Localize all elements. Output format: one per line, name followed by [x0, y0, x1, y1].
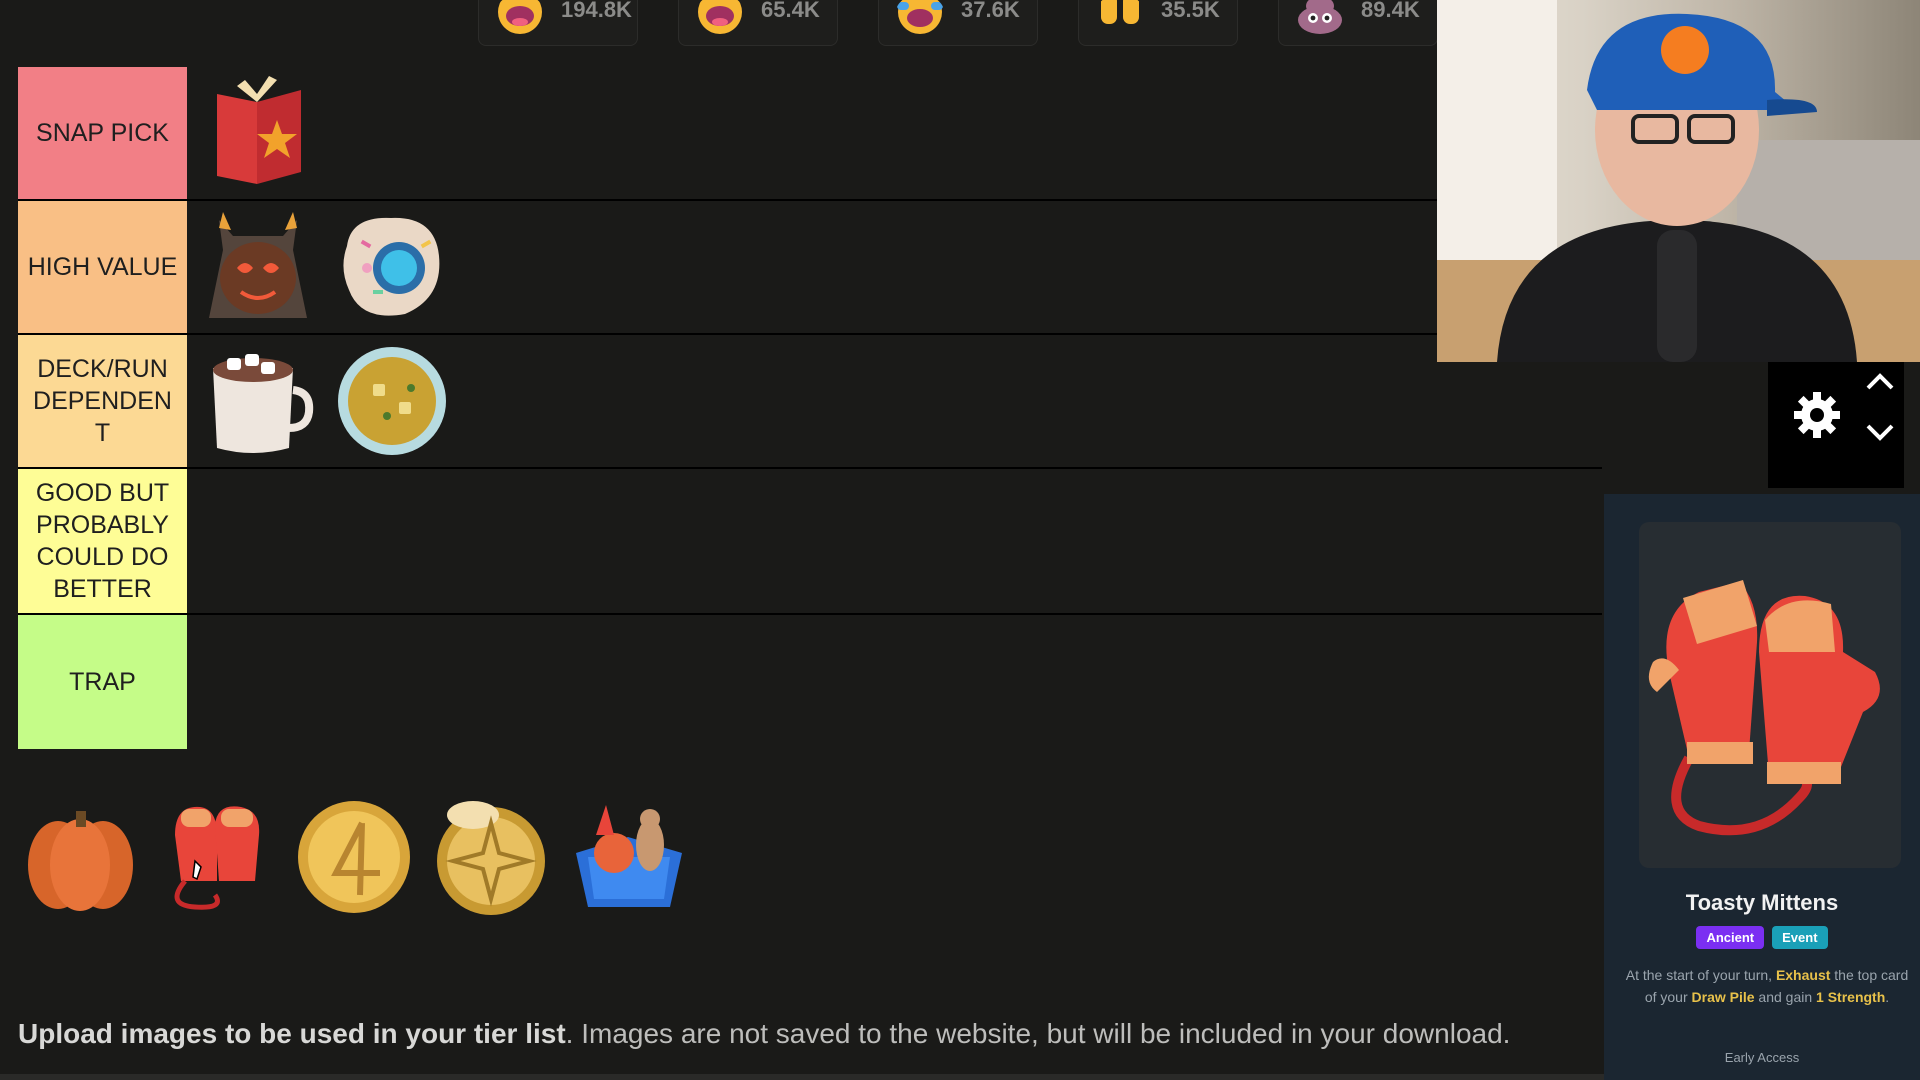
pumpkin-icon[interactable] [18, 795, 143, 920]
hot-cocoa-mug-icon[interactable] [197, 340, 319, 462]
laughing-face-icon [698, 0, 742, 34]
stream-widget-controls [1768, 362, 1904, 488]
streamer-silhouette [1437, 0, 1920, 362]
unranked-pool[interactable] [18, 795, 691, 920]
early-access-label: Early Access [1724, 1050, 1800, 1065]
keyword-exhaust[interactable]: Exhaust [1776, 967, 1830, 983]
keyword-strength[interactable]: 1 Strength [1816, 989, 1885, 1005]
tier-label[interactable]: TRAP [18, 615, 187, 749]
upload-note-bold[interactable]: Upload images to be used in your tier li… [18, 1018, 566, 1049]
sprinkled-cookie-icon[interactable] [331, 206, 453, 328]
card-description: At the start of your turn, Exhaust the t… [1622, 964, 1912, 1008]
reaction-count: 35.5K [1161, 0, 1220, 22]
reaction-tears-of-joy[interactable]: 37.6K [878, 0, 1038, 46]
gold-coin-icon[interactable] [292, 795, 417, 920]
reaction-poop[interactable]: 89.4K [1278, 0, 1438, 46]
webcam-overlay [1437, 0, 1920, 362]
tag-ancient: Ancient [1696, 926, 1765, 949]
card-preview-panel: Toasty Mittens Ancient Event At the star… [1604, 494, 1920, 1080]
tier-drop-zone[interactable] [187, 67, 1602, 199]
reaction-count: 37.6K [961, 0, 1020, 22]
reaction-bar: 194.8K 65.4K 37.6K 35.5K 89.4K [478, 0, 1438, 46]
tag-event: Event [1772, 926, 1828, 949]
tier-row-trap: TRAP [18, 615, 1602, 749]
tier-label[interactable]: DECK/RUN DEPENDEN T [18, 335, 187, 467]
reaction-laughing[interactable]: 65.4K [678, 0, 838, 46]
tier-row-snap-pick: SNAP PICK [18, 67, 1602, 201]
reaction-raised-hands[interactable]: 35.5K [1078, 0, 1238, 46]
star-book-icon[interactable] [197, 72, 319, 194]
tier-row-good-but: GOOD BUT PROBABLY COULD DO BETTER [18, 469, 1602, 615]
chevron-down-icon[interactable] [1864, 420, 1896, 444]
horned-hood-creature-icon[interactable] [197, 206, 319, 328]
tier-drop-zone[interactable] [187, 469, 1602, 613]
grinning-face-icon [498, 0, 542, 34]
desc-part: and gain [1754, 989, 1817, 1005]
gear-icon[interactable] [1792, 390, 1842, 440]
tears-of-joy-icon [897, 0, 943, 34]
keyword-draw-pile[interactable]: Draw Pile [1692, 989, 1755, 1005]
tier-label[interactable]: GOOD BUT PROBABLY COULD DO BETTER [18, 469, 187, 613]
reaction-grinning[interactable]: 194.8K [478, 0, 638, 46]
tier-drop-zone[interactable] [187, 335, 1602, 467]
tier-label[interactable]: SNAP PICK [18, 67, 187, 199]
poop-icon [1298, 0, 1342, 34]
desc-part: At the start of your turn, [1625, 967, 1776, 983]
toy-box-icon[interactable] [566, 795, 691, 920]
bottom-scrollbar[interactable] [0, 1074, 1604, 1080]
raised-hands-icon [1101, 0, 1139, 24]
mittens-icon[interactable] [155, 795, 280, 920]
card-name: Toasty Mittens [1685, 890, 1839, 915]
desc-part: . [1885, 989, 1890, 1005]
tier-list: SNAP PICK HIGH VALUE DECK/RUN DEPENDEN T… [18, 67, 1602, 749]
upload-note-text: . Images are not saved to the website, b… [565, 1018, 1511, 1049]
mittens-icon [1648, 580, 1880, 836]
tier-drop-zone[interactable] [187, 615, 1602, 749]
upload-note: Upload images to be used in your tier li… [18, 1018, 1510, 1050]
compass-coin-icon[interactable] [429, 795, 554, 920]
soup-bowl-icon[interactable] [331, 340, 453, 462]
reaction-count: 89.4K [1361, 0, 1420, 22]
reaction-count: 65.4K [761, 0, 820, 22]
tier-row-high-value: HIGH VALUE [18, 201, 1602, 335]
card-tags: Ancient Event [1604, 926, 1920, 949]
reaction-count: 194.8K [561, 0, 632, 22]
tier-drop-zone[interactable] [187, 201, 1602, 333]
chevron-up-icon[interactable] [1864, 370, 1896, 394]
tier-label[interactable]: HIGH VALUE [18, 201, 187, 333]
card-art [1639, 522, 1901, 868]
tier-row-deck-run-dependent: DECK/RUN DEPENDEN T [18, 335, 1602, 469]
